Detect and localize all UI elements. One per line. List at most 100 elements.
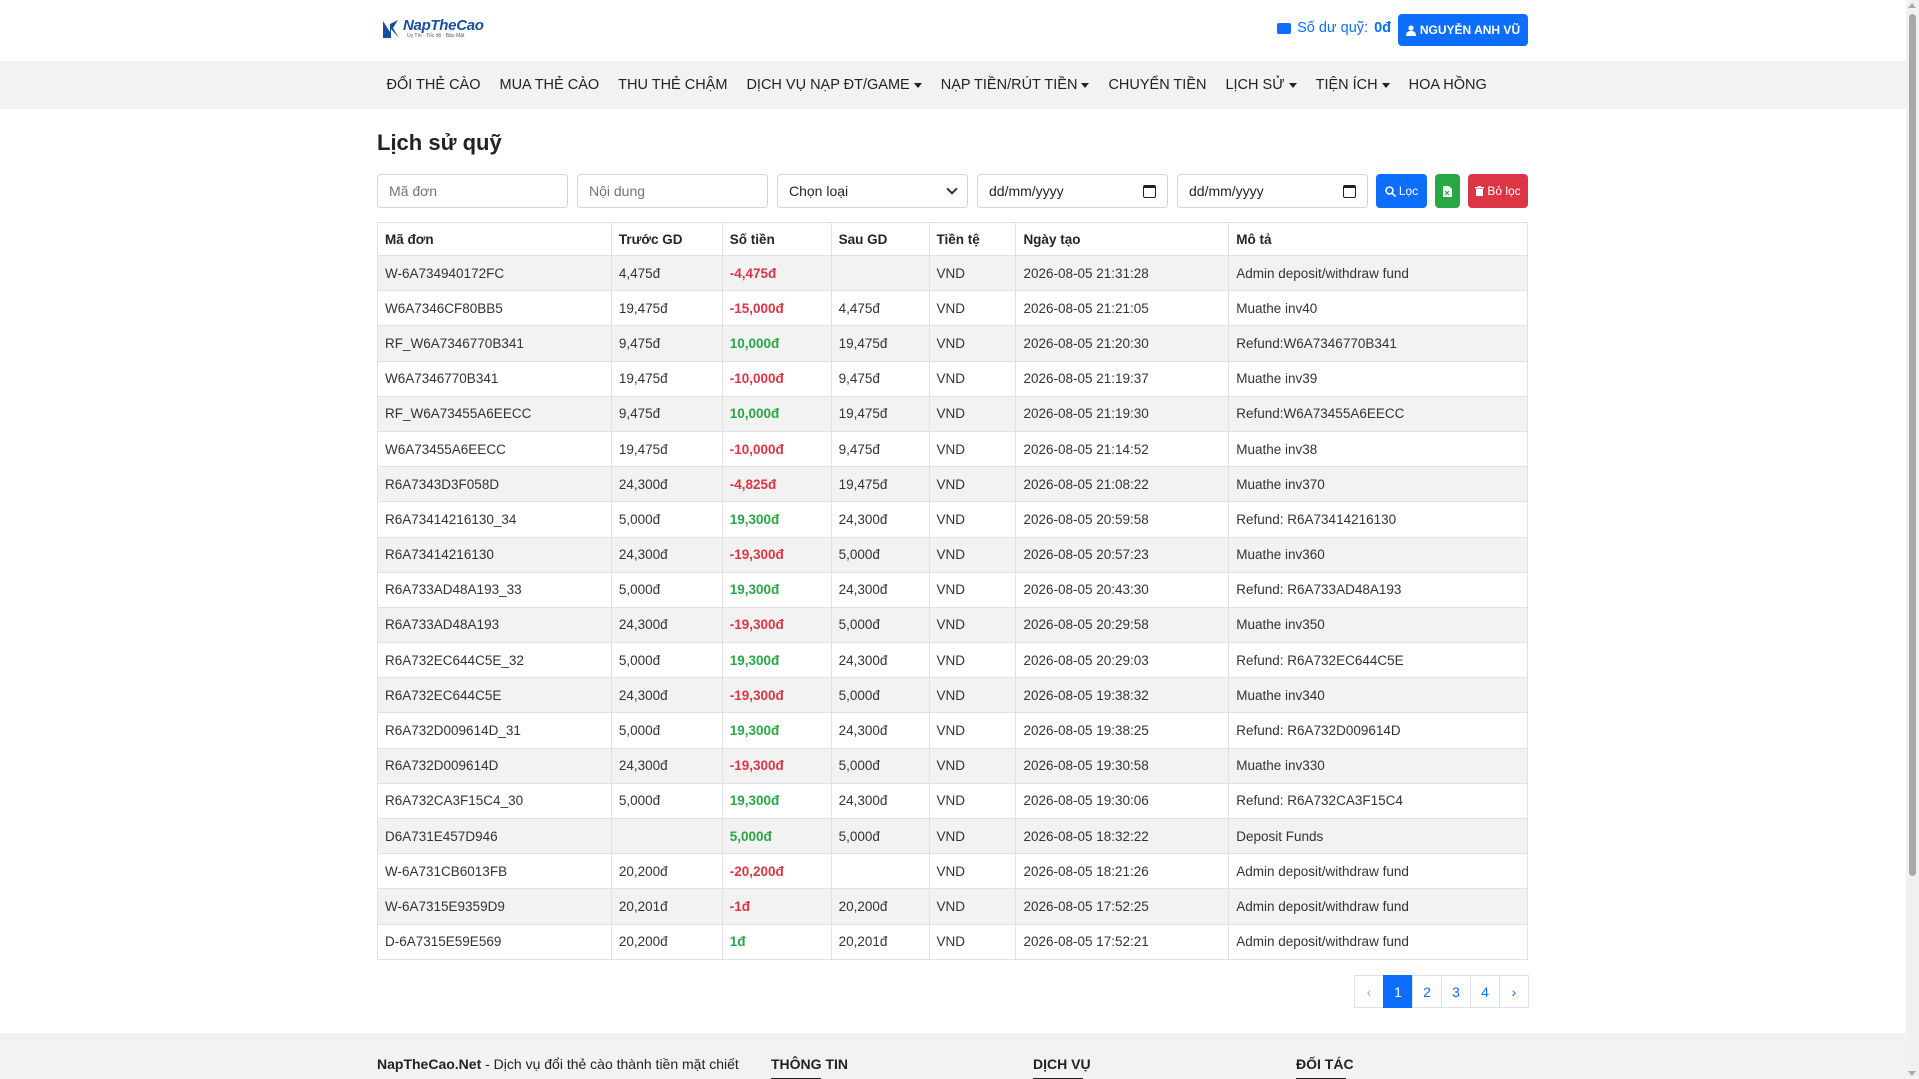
nav-item-label: LỊCH SỬ <box>1225 77 1285 93</box>
created-cell: 2026-08-05 18:32:22 <box>1015 817 1230 855</box>
created-cell: 2026-08-05 20:57:23 <box>1015 536 1230 573</box>
logo-tagline: Uy Tín · Tốc độ · Bảo Mật <box>407 33 465 39</box>
nav-item-3[interactable]: DỊCH VỤ NẠP ĐT/GAME <box>737 77 931 93</box>
table-row: R6A73414216130 24,300đ -19,300đ 5,000đ VND 20… <box>377 536 1528 573</box>
date-from-input[interactable]: dd/mm/yyyy <box>977 174 1168 208</box>
description-cell: Refund: R6A732CA3F15C4 <box>1228 782 1528 820</box>
caret-down-icon <box>913 82 922 88</box>
before-cell: 5,000đ <box>610 501 723 538</box>
filter-button[interactable]: Lọc <box>1376 174 1427 208</box>
pagination-next[interactable]: › <box>1499 975 1529 1008</box>
column-header: Sau GD <box>830 222 930 256</box>
currency-cell: VND <box>928 325 1017 362</box>
currency-cell: VND <box>928 923 1017 960</box>
created-cell: 2026-08-05 19:38:25 <box>1015 712 1230 749</box>
pagination-page[interactable]: 1 <box>1383 975 1413 1008</box>
created-cell: 2026-08-05 18:21:26 <box>1015 853 1230 890</box>
order-id-cell: R6A7343D3F058D <box>377 466 612 503</box>
created-cell: 2026-08-05 17:52:25 <box>1015 888 1230 925</box>
nav-item-2[interactable]: THU THẺ CHẬM <box>609 77 737 93</box>
currency-cell: VND <box>928 782 1017 820</box>
wallet-icon <box>1277 22 1292 34</box>
fund-balance: Số dư quỹ: 0đ <box>1277 20 1391 36</box>
order-id-cell: R6A732EC644C5E <box>377 677 612 714</box>
nav-item-label: THU THẺ CHẬM <box>618 77 728 93</box>
nav-item-4[interactable]: NẠP TIỀN/RÚT TIỀN <box>931 77 1099 93</box>
pagination-page[interactable]: 2 <box>1412 975 1442 1008</box>
table-row: R6A732D009614D_31 5,000đ 19,300đ 24,300đ VND… <box>377 712 1528 749</box>
nav-item-8[interactable]: HOA HỒNG <box>1399 77 1496 93</box>
table-header-row: Mã đơn Trước GD Số tiền Sau GD Tiền tệ Ngày t… <box>377 222 1528 256</box>
created-cell: 2026-08-05 21:19:30 <box>1015 395 1230 432</box>
amount-cell: -1đ <box>721 888 832 925</box>
before-cell: 24,300đ <box>610 466 723 503</box>
description-cell: Deposit Funds <box>1228 817 1528 855</box>
filter-button-label: Lọc <box>1398 184 1419 198</box>
after-cell: 19,475đ <box>830 466 930 503</box>
scroll-down-arrow-icon[interactable] <box>1908 1071 1916 1076</box>
before-cell: 20,200đ <box>610 923 723 960</box>
after-cell: 5,000đ <box>830 536 930 573</box>
scroll-up-arrow-icon[interactable] <box>1908 3 1916 8</box>
after-cell: 5,000đ <box>830 817 930 855</box>
nav-item-5[interactable]: CHUYỂN TIỀN <box>1099 77 1216 93</box>
currency-cell: VND <box>928 712 1017 749</box>
table-row: W6A7346CF80BB5 19,475đ -15,000đ 4,475đ VND 20… <box>377 290 1528 327</box>
order-id-cell: W-6A7315E9359D9 <box>377 888 612 925</box>
nav-item-1[interactable]: MUA THẺ CÀO <box>490 77 609 93</box>
after-cell: 24,300đ <box>830 782 930 820</box>
currency-cell: VND <box>928 254 1017 292</box>
calendar-icon[interactable] <box>1143 184 1156 198</box>
description-cell: Muathe inv360 <box>1228 536 1528 573</box>
amount-cell: 19,300đ <box>721 712 832 749</box>
after-cell: 5,000đ <box>830 677 930 714</box>
order-id-cell: W6A7346770B341 <box>377 360 612 397</box>
trash-icon <box>1475 186 1485 196</box>
currency-cell: VND <box>928 466 1017 503</box>
nav-item-6[interactable]: LỊCH SỬ <box>1216 77 1306 93</box>
after-cell <box>830 853 930 890</box>
description-cell: Admin deposit/withdraw fund <box>1228 888 1528 925</box>
amount-cell: -4,475đ <box>721 254 832 292</box>
description-cell: Admin deposit/withdraw fund <box>1228 923 1528 960</box>
created-cell: 2026-08-05 20:29:58 <box>1015 606 1230 644</box>
user-menu-button[interactable]: NGUYỄN ANH VŨ <box>1398 14 1528 46</box>
pagination-prev[interactable]: ‹ <box>1354 975 1384 1008</box>
clear-filter-button[interactable]: Bỏ lọc <box>1468 174 1528 208</box>
site-logo[interactable]: NapTheCao Uy Tín · Tốc độ · Bảo Mật <box>381 18 484 40</box>
table-row: R6A73414216130_34 5,000đ 19,300đ 24,300đ VND… <box>377 501 1528 538</box>
filter-bar: Mã đơn Nội dung Chọn loại dd/mm/yyyy dd/… <box>377 174 1528 208</box>
description-cell: Muathe inv350 <box>1228 606 1528 644</box>
table-row: W6A7346770B341 19,475đ -10,000đ 9,475đ VND 20… <box>377 360 1528 397</box>
column-header: Trước GD <box>610 222 723 256</box>
nav-item-0[interactable]: ĐỔI THẺ CÀO <box>377 77 490 93</box>
balance-label: Số dư quỹ: <box>1297 20 1369 36</box>
description-cell: Muathe inv340 <box>1228 677 1528 714</box>
content-input[interactable]: Nội dung <box>577 174 768 208</box>
amount-cell: -19,300đ <box>721 606 832 644</box>
pagination-page[interactable]: 3 <box>1441 975 1471 1008</box>
export-excel-button[interactable] <box>1435 174 1460 208</box>
pagination-page[interactable]: 4 <box>1470 975 1500 1008</box>
description-cell: Admin deposit/withdraw fund <box>1228 853 1528 890</box>
after-cell: 24,300đ <box>830 501 930 538</box>
column-header: Mã đơn <box>377 222 612 256</box>
page-scrollbar[interactable] <box>1906 0 1919 1079</box>
before-cell: 5,000đ <box>610 712 723 749</box>
order-id-input[interactable]: Mã đơn <box>377 174 568 208</box>
scrollbar-thumb[interactable] <box>1909 14 1916 876</box>
nav-item-7[interactable]: TIỆN ÍCH <box>1306 77 1399 93</box>
before-cell: 24,300đ <box>610 606 723 644</box>
calendar-icon[interactable] <box>1343 184 1356 198</box>
footer-brand: NapTheCao.Net - Dịch vụ đổi thẻ cào thàn… <box>377 1056 739 1072</box>
amount-cell: -20,200đ <box>721 853 832 890</box>
currency-cell: VND <box>928 747 1017 784</box>
type-select[interactable]: Chọn loại <box>777 174 968 208</box>
nav-item-label: CHUYỂN TIỀN <box>1108 77 1207 93</box>
amount-cell: -19,300đ <box>721 747 832 784</box>
table-row: W-6A734940172FC 4,475đ -4,475đ VND 2026-08-0… <box>377 254 1528 292</box>
description-cell: Refund: R6A732D009614D <box>1228 712 1528 749</box>
date-to-input[interactable]: dd/mm/yyyy <box>1177 174 1368 208</box>
currency-cell: VND <box>928 501 1017 538</box>
footer-col-info: THÔNG TIN <box>771 1056 848 1079</box>
